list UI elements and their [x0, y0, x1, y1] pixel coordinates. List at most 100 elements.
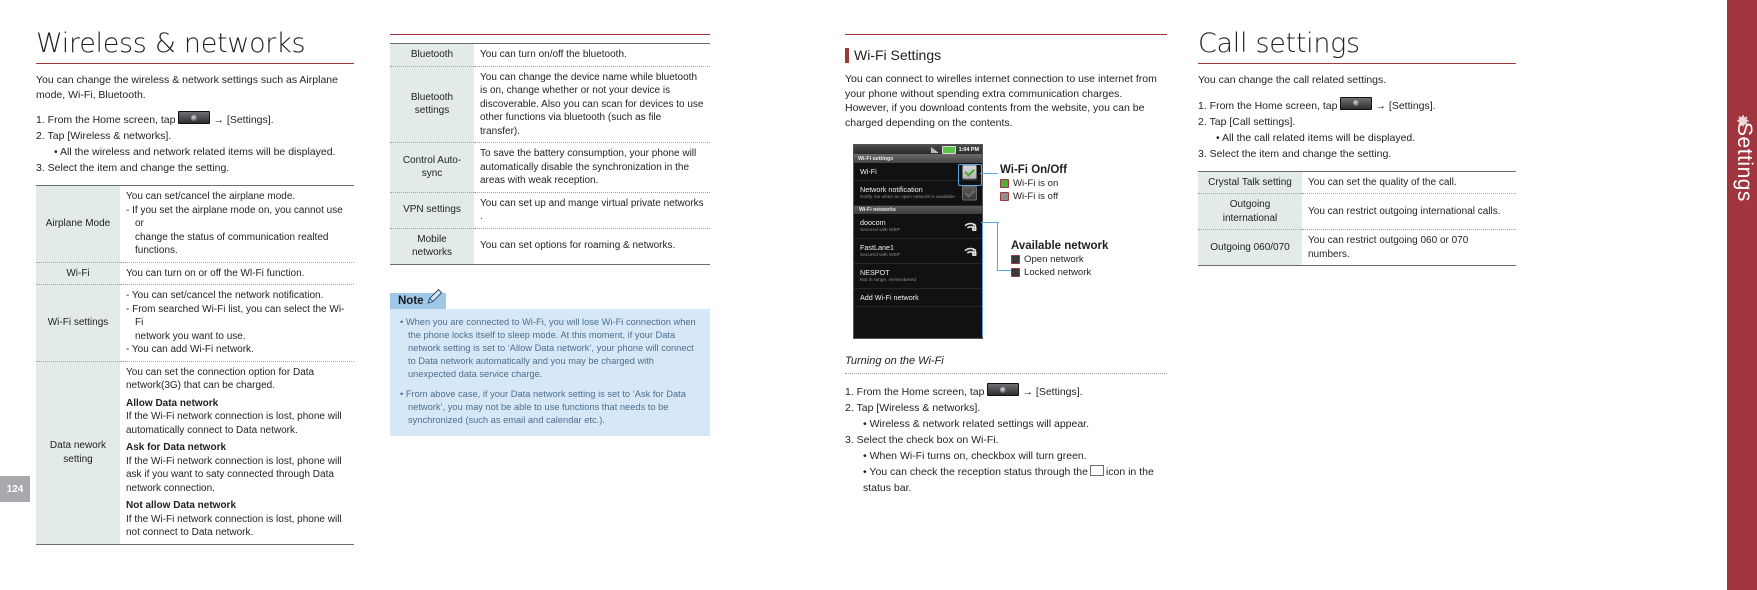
- row-value: You can restrict outgoing 060 or 070 num…: [1302, 229, 1516, 266]
- row-value: You can change the device name while blu…: [474, 66, 710, 143]
- leader-line-wifi: [980, 173, 998, 175]
- phone-screenshot-figure: 1:04 PM Wi-Fi settings Wi-Fi Network not…: [845, 144, 1167, 339]
- phone-title-bar: Wi-Fi settings: [854, 154, 982, 163]
- step-1: 1. From the Home screen, tap → [Settings]…: [845, 383, 1167, 400]
- annotation-item: Open network: [1011, 254, 1108, 265]
- row-value: You can set options for roaming & networ…: [474, 228, 710, 265]
- section-tab-settings: Settings: [1727, 0, 1757, 590]
- table-row: Wi-Fi settings - You can set/cancel the …: [36, 284, 354, 362]
- annotation-title: Wi-Fi On/Off: [1000, 164, 1067, 176]
- row-key: Control Auto-sync: [390, 142, 474, 193]
- home-key-icon: [987, 383, 1020, 396]
- table-row: Bluetooth settings You can change the de…: [390, 66, 710, 143]
- sub-head: Allow Data network: [126, 397, 219, 409]
- checkbox-off-icon: [1000, 192, 1009, 201]
- steps-list: 1. From the Home screen, tap → [Settings]…: [1198, 96, 1516, 162]
- table-row: Outgoing international You can restrict …: [1198, 193, 1516, 230]
- manual-spread: 124 125 Settings Wireless & networks You…: [0, 0, 1757, 590]
- note-list: When you are connected to Wi-Fi, you wil…: [400, 316, 700, 428]
- row-value: You can set the quality of the call.: [1302, 170, 1516, 194]
- row-title: Network notification: [860, 185, 923, 194]
- step-2-note: • Wireless & network related settings wi…: [863, 418, 1090, 430]
- row-key: Bluetooth: [390, 43, 474, 67]
- title-rule: [1198, 63, 1516, 64]
- dotted-rule: [845, 373, 1167, 374]
- page-title: Call settings: [1198, 28, 1360, 59]
- table-row: Mobile networks You can set options for …: [390, 228, 710, 265]
- row-value: You can set/cancel the airplane mode. - …: [120, 185, 354, 263]
- row-key: Data nework setting: [36, 361, 120, 545]
- step-2: 2. Tap [Call settings].: [1198, 115, 1296, 128]
- signal-icon: [930, 146, 939, 153]
- table-row: Data nework setting You can set the conn…: [36, 361, 354, 545]
- page-title: Wireless & networks: [36, 28, 306, 59]
- row-key: Bluetooth settings: [390, 66, 474, 143]
- row-value: You can set the connection option for Da…: [120, 361, 354, 545]
- phone-section-header: Wi-Fi networks: [854, 206, 982, 214]
- annotation-item: Wi-Fi is on: [1000, 178, 1067, 189]
- steps-list: 1. From the Home screen, tap → [Settings]…: [845, 383, 1167, 496]
- row-title: Wi-Fi: [860, 167, 877, 176]
- row-value: - You can set/cancel the network notific…: [120, 284, 354, 362]
- row-key: Wi-Fi settings: [36, 284, 120, 362]
- row-key: Outgoing international: [1198, 193, 1302, 230]
- table-row: Control Auto-sync To save the battery co…: [390, 142, 710, 193]
- annotation-item: Locked network: [1011, 267, 1108, 278]
- home-key-icon: [178, 111, 211, 124]
- row-key: Wi-Fi: [36, 262, 120, 285]
- network-notification-checkbox[interactable]: [962, 185, 977, 201]
- locked-network-icon: [1011, 268, 1020, 277]
- section-tab-label: Settings: [1733, 122, 1756, 202]
- open-network-icon: [1011, 255, 1020, 264]
- page-number-left: 124: [0, 476, 30, 502]
- home-key-icon: [1340, 96, 1373, 110]
- steps-list: 1. From the Home screen, tap → [Settings]…: [36, 111, 354, 176]
- intro-paragraph: You can change the call related settings…: [1198, 74, 1387, 86]
- column-top-rule: [845, 34, 1167, 35]
- pencil-note-icon: [426, 288, 442, 304]
- row-key: Airplane Mode: [36, 185, 120, 263]
- row-value: You can set up and mange virtual private…: [474, 192, 710, 229]
- step-2-note: • All the call related items will be dis…: [1216, 131, 1416, 144]
- table-row: Bluetooth You can turn on/off the blueto…: [390, 43, 710, 67]
- intro-paragraph: You can change the wireless & network se…: [36, 74, 338, 101]
- row-key: VPN settings: [390, 192, 474, 229]
- note-label: Note: [390, 288, 446, 309]
- table-row: Wi-Fi You can turn on or off the Wl-Fi f…: [36, 262, 354, 285]
- row-subtitle: Notify me when an open network is availa…: [860, 195, 955, 200]
- step-3: 3. Select the item and change the settin…: [36, 162, 230, 174]
- phone-status-bar: 1:04 PM: [854, 145, 982, 154]
- leader-line-available-vert: [997, 222, 999, 271]
- table-row: VPN settings You can set up and mange vi…: [390, 192, 710, 229]
- table-row: Crystal Talk setting You can set the qua…: [1198, 170, 1516, 194]
- column-wifi-settings: Wi-Fi Settings You can connect to wirell…: [845, 34, 1167, 496]
- annotation-title: Available network: [1011, 240, 1109, 252]
- highlight-wifi-toggle: [958, 164, 982, 186]
- note-item: When you are connected to Wi-Fi, you wil…: [400, 316, 700, 382]
- column-wireless-networks: Wireless & networks You can change the w…: [36, 28, 354, 545]
- leader-line-available-bottom: [997, 270, 1011, 272]
- note-item: From above case, if your Data network se…: [400, 388, 700, 428]
- sub-head: Ask for Data network: [126, 442, 227, 453]
- call-settings-table: Crystal Talk setting You can set the qua…: [1198, 170, 1516, 266]
- row-key: Mobile networks: [390, 228, 474, 265]
- annotation-wifi-onoff: Wi-Fi On/Off Wi-Fi is on Wi-Fi is off: [1000, 164, 1067, 202]
- row-value: You can turn on or off the Wl-Fi functio…: [120, 262, 354, 285]
- step-2: 2. Tap [Wireless & networks].: [36, 130, 172, 142]
- row-value: You can restrict outgoing international …: [1302, 193, 1516, 230]
- step-1: 1. From the Home screen, tap → [Settings]…: [36, 111, 354, 128]
- annotation-item: Wi-Fi is off: [1000, 191, 1067, 202]
- step-3-note-2: • You can check the reception status thr…: [863, 465, 1154, 494]
- note-body: When you are connected to Wi-Fi, you wil…: [390, 308, 710, 437]
- step-3: 3. Select the item and change the settin…: [1198, 147, 1392, 160]
- column-wireless-continued: Bluetooth You can turn on/off the blueto…: [390, 34, 710, 437]
- wireless-settings-table: Airplane Mode You can set/cancel the air…: [36, 185, 354, 545]
- note-box: Note When you are connected to Wi-Fi, yo…: [390, 288, 710, 437]
- status-time: 1:04 PM: [958, 146, 979, 153]
- column-call-settings: Call settings You can change the call re…: [1198, 28, 1516, 266]
- annotation-available-network: Available network Open network Locked ne…: [1011, 240, 1108, 278]
- section-title-wifi: Wi-Fi Settings: [845, 47, 1167, 63]
- table-row: Airplane Mode You can set/cancel the air…: [36, 185, 354, 263]
- step-3: 3. Select the check box on Wi-Fi.: [845, 434, 999, 446]
- subsection-heading: Turning on the Wi-Fi: [845, 355, 944, 367]
